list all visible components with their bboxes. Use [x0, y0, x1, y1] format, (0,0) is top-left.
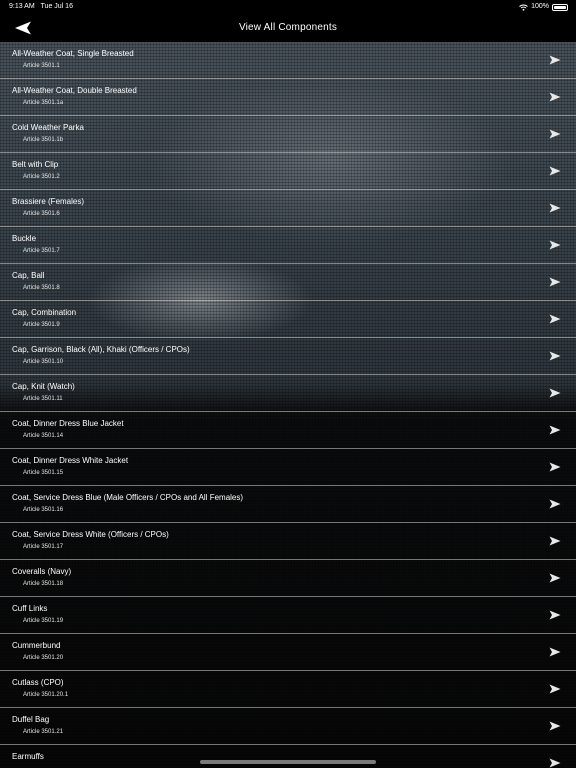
status-bar: 9:13 AM Tue Jul 16 100% [0, 0, 576, 14]
item-title: All-Weather Coat, Single Breasted [12, 49, 134, 58]
item-title: Cap, Combination [12, 308, 77, 317]
components-list[interactable]: All-Weather Coat, Single Breasted Article… [0, 42, 576, 768]
item-title: All-Weather Coat, Double Breasted [12, 86, 137, 95]
list-item[interactable]: Brassiere (Females) Article 3501.6 [0, 190, 576, 227]
list-item[interactable]: Earmuffs [0, 745, 576, 768]
item-title: Buckle [12, 234, 37, 243]
arrow-right-icon [549, 277, 561, 287]
list-item[interactable]: All-Weather Coat, Double Breasted Article… [0, 79, 576, 116]
time-text: 9:13 AM [9, 3, 35, 10]
list-item[interactable]: Cap, Knit (Watch) Article 3501.11 [0, 375, 576, 412]
arrow-right-icon [549, 758, 561, 768]
item-title: Cuff Links [12, 604, 48, 613]
item-title: Cap, Ball [12, 271, 45, 280]
item-article: Article 3501.8 [23, 285, 60, 291]
list-item[interactable]: Cap, Combination Article 3501.9 [0, 301, 576, 338]
arrow-right-icon [549, 203, 561, 213]
arrow-right-icon [549, 499, 561, 509]
list-item[interactable]: Coveralls (Navy) Article 3501.18 [0, 560, 576, 597]
item-title: Brassiere (Females) [12, 197, 85, 206]
arrow-right-icon [549, 166, 561, 176]
list-item[interactable]: Cap, Garrison, Black (All), Khaki (Offic… [0, 338, 576, 375]
arrow-right-icon [549, 610, 561, 620]
home-indicator[interactable] [200, 760, 376, 764]
item-title: Coat, Dinner Dress Blue Jacket [12, 419, 124, 428]
item-title: Cutlass (CPO) [12, 678, 64, 687]
item-article: Article 3501.2 [23, 174, 60, 180]
arrow-right-icon [549, 536, 561, 546]
arrow-right-icon [549, 388, 561, 398]
arrow-right-icon [549, 92, 561, 102]
arrow-right-icon [549, 129, 561, 139]
item-article: Article 3501.9 [23, 322, 60, 328]
item-article: Article 3501.14 [23, 433, 64, 439]
item-title: Belt with Clip [12, 160, 59, 169]
item-article: Article 3501.1b [23, 137, 64, 143]
list-item[interactable]: Duffel Bag Article 3501.21 [0, 708, 576, 745]
arrow-right-icon [549, 721, 561, 731]
list-item[interactable]: Cummerbund Article 3501.20 [0, 634, 576, 671]
item-title: Cummerbund [12, 641, 61, 650]
date-text: Tue Jul 16 [40, 3, 73, 10]
item-title: Coat, Service Dress Blue (Male Officers … [12, 493, 244, 502]
item-title: Coveralls (Navy) [12, 567, 72, 576]
arrow-right-icon [549, 573, 561, 583]
list-item[interactable]: Cuff Links Article 3501.19 [0, 597, 576, 634]
item-article: Article 3501.6 [23, 211, 60, 217]
status-right: 100% [519, 0, 568, 14]
list-item[interactable]: Coat, Dinner Dress Blue Jacket Article 35… [0, 412, 576, 449]
battery-icon [552, 3, 568, 11]
list-item[interactable]: Coat, Service Dress Blue (Male Officers … [0, 486, 576, 523]
item-article: Article 3501.20 [23, 655, 64, 661]
list-item[interactable]: Coat, Service Dress White (Officers / CP… [0, 523, 576, 560]
list-item[interactable]: Buckle Article 3501.7 [0, 227, 576, 264]
item-article: Article 3501.7 [23, 248, 60, 254]
list-item[interactable]: Cutlass (CPO) Article 3501.20.1 [0, 671, 576, 708]
item-title: Cap, Garrison, Black (All), Khaki (Offic… [12, 345, 190, 354]
arrow-right-icon [549, 425, 561, 435]
item-title: Cap, Knit (Watch) [12, 382, 75, 391]
list-item[interactable]: Cap, Ball Article 3501.8 [0, 264, 576, 301]
arrow-right-icon [549, 240, 561, 250]
item-article: Article 3501.10 [23, 359, 64, 365]
item-title: Coat, Service Dress White (Officers / CP… [12, 530, 169, 539]
item-article: Article 3501.19 [23, 618, 64, 624]
arrow-right-icon [549, 351, 561, 361]
status-time: 9:13 AM Tue Jul 16 [9, 0, 73, 14]
arrow-right-icon [549, 647, 561, 657]
list-item[interactable]: Cold Weather Parka Article 3501.1b [0, 116, 576, 153]
arrow-right-icon [549, 684, 561, 694]
item-title: Coat, Dinner Dress White Jacket [12, 456, 129, 465]
item-article: Article 3501.20.1 [23, 692, 69, 698]
list-item[interactable]: All-Weather Coat, Single Breasted Article… [0, 42, 576, 79]
page-title: View All Components [238, 22, 338, 33]
list-item[interactable]: Belt with Clip Article 3501.2 [0, 153, 576, 190]
list-item[interactable]: Coat, Dinner Dress White Jacket Article 3… [0, 449, 576, 486]
arrow-right-icon [549, 314, 561, 324]
item-article: Article 3501.21 [23, 729, 64, 735]
item-article: Article 3501.15 [23, 470, 64, 476]
item-article: Article 3501.1a [23, 100, 64, 106]
item-article: Article 3501.1 [23, 63, 60, 69]
arrow-right-icon [549, 462, 561, 472]
item-article: Article 3501.11 [23, 396, 63, 402]
battery-percent: 100% [531, 3, 549, 10]
item-article: Article 3501.18 [23, 581, 64, 587]
item-article: Article 3501.16 [23, 507, 64, 513]
navigation-bar: View All Components [0, 14, 576, 42]
wifi-icon [519, 4, 528, 11]
item-title: Cold Weather Parka [12, 123, 84, 132]
arrow-right-icon [549, 55, 561, 65]
item-article: Article 3501.17 [23, 544, 64, 550]
item-title: Duffel Bag [12, 715, 50, 724]
item-title: Earmuffs [12, 752, 44, 761]
